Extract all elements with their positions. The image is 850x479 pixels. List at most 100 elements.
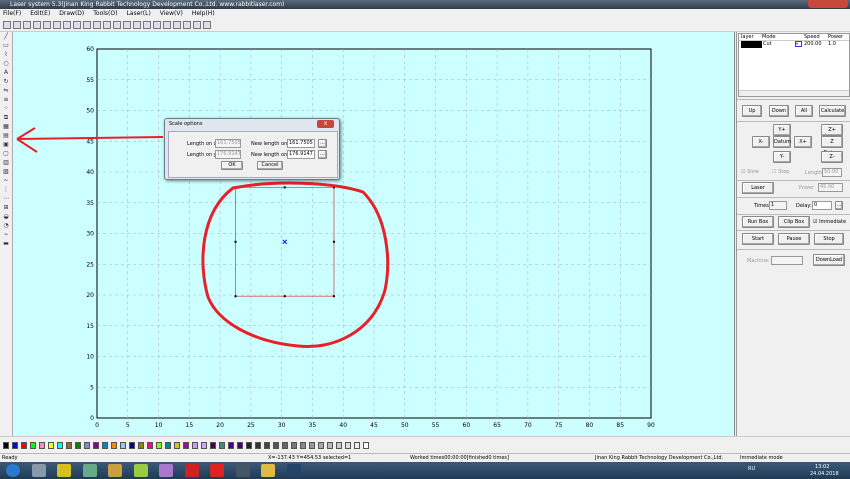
color-swatch[interactable] xyxy=(3,442,9,449)
color-swatch[interactable] xyxy=(183,442,189,449)
new-y-more-button[interactable]: ... xyxy=(318,150,327,159)
grid-icon[interactable]: ⋮ xyxy=(2,186,10,194)
color-swatch[interactable] xyxy=(102,442,108,449)
color-swatch[interactable] xyxy=(147,442,153,449)
camera-icon[interactable]: ◒ xyxy=(2,213,10,221)
horizontal-scrollbar[interactable] xyxy=(739,90,849,96)
color-swatch[interactable] xyxy=(93,442,99,449)
x-minus-button[interactable]: X- xyxy=(752,136,770,148)
color-swatch[interactable] xyxy=(246,442,252,449)
color-swatch[interactable] xyxy=(210,442,216,449)
new-x-input[interactable]: 161.7505 xyxy=(287,139,315,148)
window-controls[interactable] xyxy=(808,0,848,8)
color-swatch[interactable] xyxy=(48,442,54,449)
dialog-close-button[interactable]: x xyxy=(317,120,334,128)
color-swatch[interactable] xyxy=(57,442,63,449)
array-icon[interactable]: ▦ xyxy=(2,123,10,131)
distribute-icon[interactable]: ⊞ xyxy=(2,204,10,212)
clock-date[interactable]: 24.04.2018 xyxy=(810,471,839,477)
run-box-button[interactable]: Run Box xyxy=(742,216,774,228)
layer-row[interactable]: Cut ▾ 200.00 1.0 xyxy=(739,41,849,48)
laser-button[interactable]: Laser xyxy=(742,182,774,194)
mirror-icon[interactable]: ⇋ xyxy=(2,87,10,95)
canvas-grid[interactable]: 0 5 10 15 20 25 30 35 40 45 50 55 60 65 70 75 80 85 90 0 5 10… xyxy=(13,32,735,436)
calculate-button[interactable]: Calculate xyxy=(819,105,846,117)
menu-laser[interactable]: Laser(L) xyxy=(126,9,150,19)
color-swatch[interactable] xyxy=(39,442,45,449)
offset-icon[interactable]: ▧ xyxy=(2,168,10,176)
color-swatch[interactable] xyxy=(66,442,72,449)
line-icon[interactable]: ╱ xyxy=(2,33,10,41)
calculator-icon[interactable] xyxy=(31,464,46,477)
datum-button[interactable]: Datum xyxy=(773,136,791,148)
acrobat-icon[interactable] xyxy=(184,464,199,477)
pause-button[interactable]: Pause xyxy=(778,233,810,245)
group-icon[interactable]: ▣ xyxy=(2,141,10,149)
pan-icon[interactable] xyxy=(83,21,91,29)
laser-app-icon[interactable] xyxy=(286,464,301,477)
print-icon[interactable] xyxy=(33,21,41,29)
color-swatch[interactable] xyxy=(228,442,234,449)
color-swatch[interactable] xyxy=(138,442,144,449)
node-icon[interactable] xyxy=(53,21,61,29)
color-swatch[interactable] xyxy=(291,442,297,449)
machine-select[interactable] xyxy=(771,256,803,265)
cancel-button[interactable]: Cancel xyxy=(257,161,283,170)
color-swatch[interactable] xyxy=(219,442,225,449)
align-icon[interactable]: ≡ xyxy=(2,96,10,104)
curve-icon[interactable]: ~ xyxy=(2,177,10,185)
path-icon[interactable]: ⌁ xyxy=(2,231,10,239)
polyline-icon[interactable]: ⌇ xyxy=(2,51,10,59)
layer-color-swatch[interactable] xyxy=(741,41,762,48)
color-swatch[interactable] xyxy=(75,442,81,449)
y-plus-button[interactable]: Y+ xyxy=(773,124,791,136)
start-icon[interactable] xyxy=(6,464,20,477)
stop-button[interactable]: Stop xyxy=(814,233,844,245)
color-swatch[interactable] xyxy=(309,442,315,449)
color-swatch[interactable] xyxy=(345,442,351,449)
zoom-page-icon[interactable] xyxy=(103,21,111,29)
rotate-icon[interactable]: ↻ xyxy=(2,78,10,86)
menu-tools[interactable]: Tools(O) xyxy=(93,9,117,19)
redo-icon[interactable] xyxy=(123,21,131,29)
preview-icon[interactable] xyxy=(183,21,191,29)
rect-icon[interactable]: ▭ xyxy=(2,42,10,50)
color-swatch[interactable] xyxy=(21,442,27,449)
laser-path-icon[interactable] xyxy=(163,21,171,29)
notepad-icon[interactable] xyxy=(133,464,148,477)
zoom-in-icon[interactable] xyxy=(63,21,71,29)
color-swatch[interactable] xyxy=(174,442,180,449)
text-icon[interactable]: A xyxy=(2,69,10,77)
color-swatch[interactable] xyxy=(300,442,306,449)
ungroup-icon[interactable] xyxy=(143,21,151,29)
color-swatch[interactable] xyxy=(237,442,243,449)
color-swatch[interactable] xyxy=(354,442,360,449)
language-indicator[interactable]: RU xyxy=(748,466,755,472)
measure-icon[interactable] xyxy=(193,21,201,29)
weld-icon[interactable]: ▥ xyxy=(2,159,10,167)
new-icon[interactable] xyxy=(3,21,11,29)
color-swatch[interactable] xyxy=(84,442,90,449)
up-button[interactable]: Up xyxy=(742,105,762,117)
color-swatch[interactable] xyxy=(111,442,117,449)
laser-icon[interactable]: ▬ xyxy=(2,240,10,248)
delay-more-button[interactable]: ... xyxy=(835,201,843,210)
color-swatch[interactable] xyxy=(273,442,279,449)
yandex-icon[interactable] xyxy=(210,464,224,477)
color-swatch[interactable] xyxy=(156,442,162,449)
clip-box-button[interactable]: Clip Box xyxy=(778,216,810,228)
explorer-icon[interactable] xyxy=(108,464,122,477)
color-swatch[interactable] xyxy=(282,442,288,449)
pen-icon[interactable] xyxy=(159,464,173,477)
z-plus-button[interactable]: Z+ xyxy=(821,124,843,136)
color-swatch[interactable] xyxy=(201,442,207,449)
layer-icon[interactable]: ◔ xyxy=(2,222,10,230)
down-button[interactable]: Down xyxy=(769,105,789,117)
download-button[interactable]: DownLoad xyxy=(813,254,845,266)
y-minus-button[interactable]: Y- xyxy=(773,151,791,163)
color-swatch[interactable] xyxy=(255,442,261,449)
start-button[interactable]: Start xyxy=(742,233,774,245)
color-swatch[interactable] xyxy=(165,442,171,449)
group-icon[interactable] xyxy=(133,21,141,29)
clock-time[interactable]: 13:02 xyxy=(815,464,829,470)
